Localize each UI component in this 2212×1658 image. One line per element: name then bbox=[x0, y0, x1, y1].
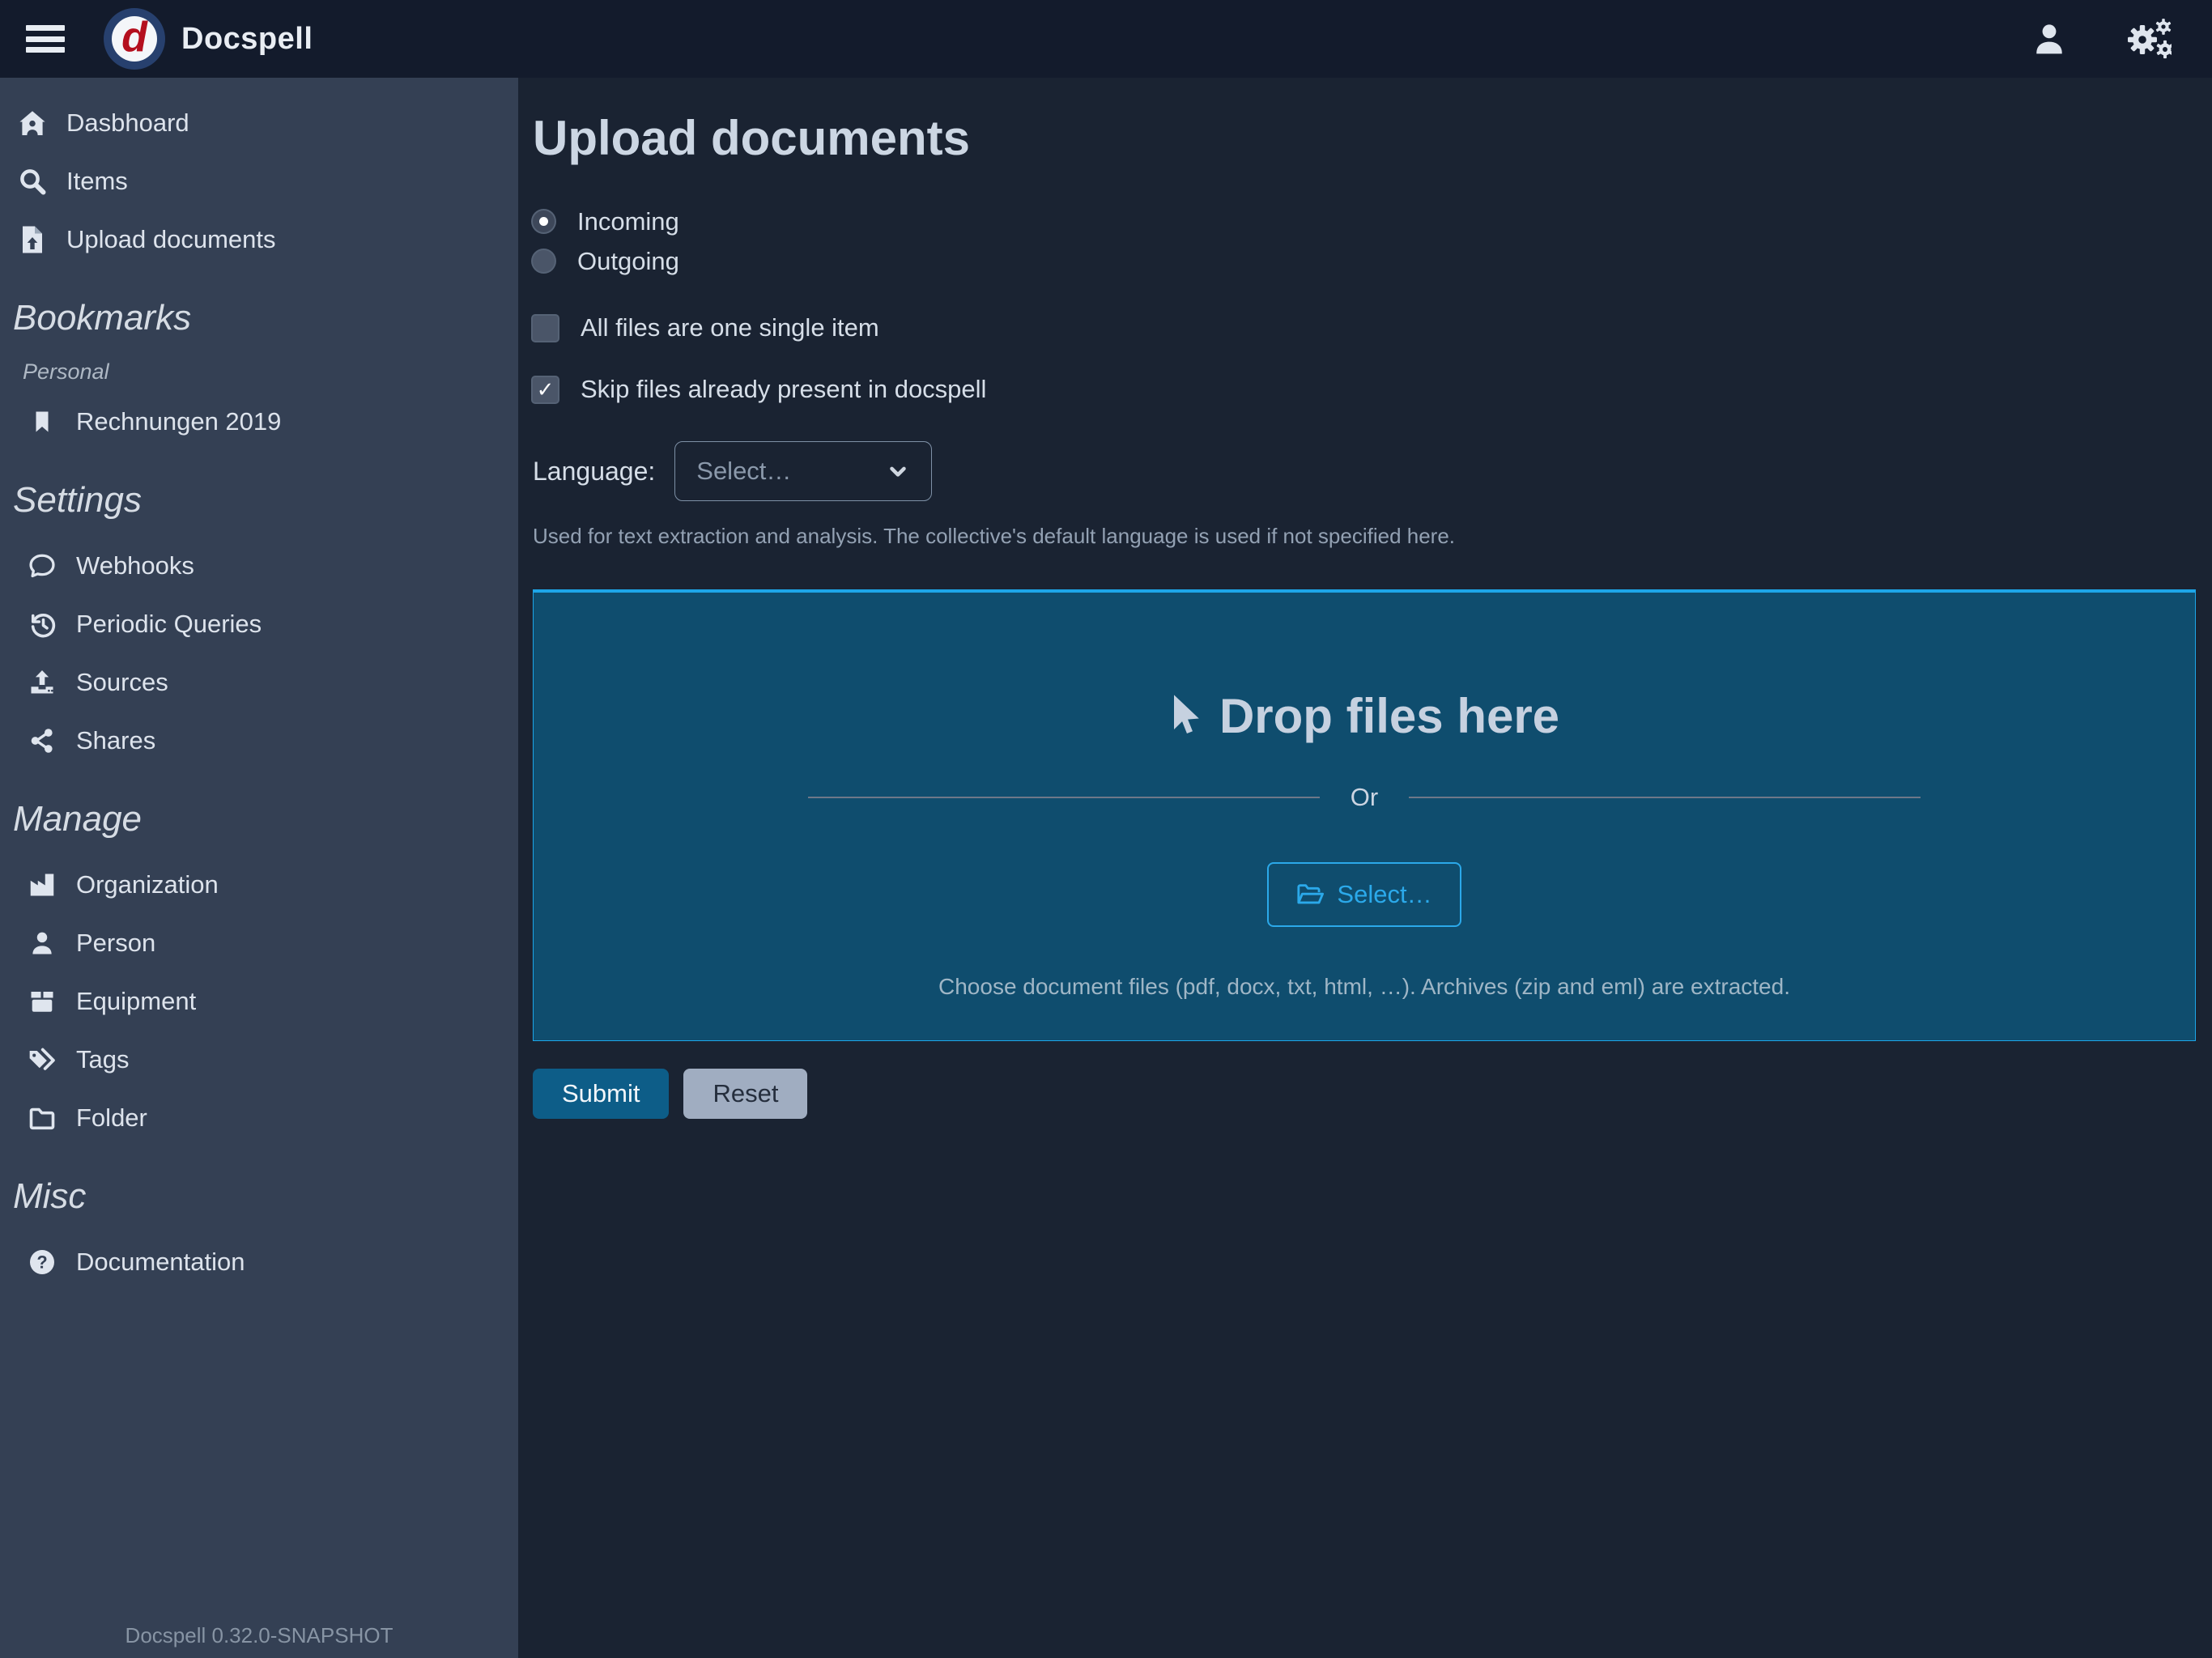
checkbox-skip-duplicates-control[interactable] bbox=[533, 377, 558, 402]
sidebar-item-tags[interactable]: Tags bbox=[0, 1031, 518, 1089]
checkbox-single-item-label: All files are one single item bbox=[581, 313, 879, 342]
bookmark-icon bbox=[26, 408, 58, 436]
svg-text:?: ? bbox=[36, 1252, 47, 1273]
folder-open-icon bbox=[1296, 882, 1324, 907]
sidebar-item-label: Upload documents bbox=[66, 225, 276, 254]
tags-icon bbox=[26, 1045, 58, 1074]
sidebar-item-label: Webhooks bbox=[76, 551, 194, 580]
app-version: Docspell 0.32.0-SNAPSHOT bbox=[0, 1623, 518, 1658]
sidebar-item-equipment[interactable]: Equipment bbox=[0, 972, 518, 1031]
checkbox-single-item-control[interactable] bbox=[533, 316, 558, 341]
sidebar-item-organization[interactable]: Organization bbox=[0, 856, 518, 914]
upload-tray-icon bbox=[26, 668, 58, 697]
radio-outgoing[interactable]: Outgoing bbox=[533, 241, 2196, 281]
sidebar-item-label: Sources bbox=[76, 668, 168, 697]
folder-icon bbox=[26, 1103, 58, 1133]
language-row: Language: Select… bbox=[533, 441, 2196, 501]
hamburger-icon[interactable] bbox=[26, 25, 65, 53]
person-icon bbox=[26, 929, 58, 958]
industry-icon bbox=[26, 870, 58, 899]
file-dropzone[interactable]: Drop files here Or Select… Choose docume… bbox=[533, 589, 2196, 1041]
brand[interactable]: d Docspell bbox=[104, 8, 313, 70]
box-icon bbox=[26, 987, 58, 1016]
brand-title: Docspell bbox=[181, 22, 313, 57]
sidebar-item-label: Person bbox=[76, 929, 155, 958]
radio-outgoing-label: Outgoing bbox=[577, 247, 679, 276]
select-files-button-label: Select… bbox=[1337, 880, 1431, 909]
dropzone-title-row: Drop files here bbox=[1169, 688, 1559, 744]
comment-icon bbox=[26, 551, 58, 580]
sidebar-item-items[interactable]: Items bbox=[0, 152, 518, 210]
sidebar-item-documentation[interactable]: ? Documentation bbox=[0, 1233, 518, 1291]
user-icon[interactable] bbox=[2031, 20, 2068, 57]
sidebar-item-label: Equipment bbox=[76, 987, 196, 1016]
radio-incoming-control[interactable] bbox=[533, 210, 555, 232]
sidebar-item-label: Folder bbox=[76, 1103, 147, 1133]
sidebar-item-webhooks[interactable]: Webhooks bbox=[0, 537, 518, 595]
direction-radio-group: Incoming Outgoing bbox=[533, 202, 2196, 281]
history-icon bbox=[26, 610, 58, 639]
language-help-text: Used for text extraction and analysis. T… bbox=[533, 524, 2196, 549]
file-upload-icon bbox=[16, 225, 49, 254]
dropzone-hint: Choose document files (pdf, docx, txt, h… bbox=[938, 974, 1790, 1000]
docspell-logo-icon: d bbox=[104, 8, 165, 70]
language-select[interactable]: Select… bbox=[674, 441, 932, 501]
cogs-icon[interactable] bbox=[2126, 19, 2172, 59]
sidebar-section-settings: Settings bbox=[0, 480, 518, 521]
sidebar: Dasbhoard Items Upload documents Book bbox=[0, 78, 518, 1658]
page-title: Upload documents bbox=[533, 110, 2196, 166]
bookmarks-group-label: Personal bbox=[0, 359, 518, 385]
main-content: Upload documents Incoming Outgoing All f… bbox=[518, 78, 2212, 1658]
or-divider-label: Or bbox=[1351, 783, 1378, 812]
sidebar-item-label: Periodic Queries bbox=[76, 610, 262, 639]
sidebar-item-upload-documents[interactable]: Upload documents bbox=[0, 210, 518, 269]
sidebar-section-manage: Manage bbox=[0, 799, 518, 840]
checkbox-skip-duplicates[interactable]: Skip files already present in docspell bbox=[533, 375, 2196, 404]
share-nodes-icon bbox=[26, 726, 58, 755]
form-actions: Submit Reset bbox=[533, 1069, 2196, 1119]
language-select-value: Select… bbox=[696, 457, 791, 486]
radio-incoming[interactable]: Incoming bbox=[533, 202, 2196, 241]
logo-letter: d bbox=[121, 16, 147, 58]
sidebar-item-shares[interactable]: Shares bbox=[0, 712, 518, 770]
language-label: Language: bbox=[533, 457, 655, 487]
sidebar-section-bookmarks: Bookmarks bbox=[0, 298, 518, 338]
search-icon bbox=[16, 167, 49, 196]
sidebar-item-label: Shares bbox=[76, 726, 155, 755]
sidebar-item-dashboard[interactable]: Dasbhoard bbox=[0, 94, 518, 152]
sidebar-item-label: Organization bbox=[76, 870, 219, 899]
reset-button[interactable]: Reset bbox=[683, 1069, 807, 1119]
sidebar-item-folder[interactable]: Folder bbox=[0, 1089, 518, 1147]
or-divider: Or bbox=[808, 783, 1921, 812]
sidebar-section-misc: Misc bbox=[0, 1176, 518, 1217]
dropzone-title: Drop files here bbox=[1219, 688, 1559, 744]
radio-incoming-label: Incoming bbox=[577, 207, 679, 236]
sidebar-item-sources[interactable]: Sources bbox=[0, 653, 518, 712]
checkbox-single-item[interactable]: All files are one single item bbox=[533, 313, 2196, 342]
sidebar-item-person[interactable]: Person bbox=[0, 914, 518, 972]
checkbox-skip-duplicates-label: Skip files already present in docspell bbox=[581, 375, 986, 404]
sidebar-item-periodic-queries[interactable]: Periodic Queries bbox=[0, 595, 518, 653]
question-circle-icon: ? bbox=[26, 1248, 58, 1277]
submit-button[interactable]: Submit bbox=[533, 1069, 669, 1119]
sidebar-item-label: Dasbhoard bbox=[66, 108, 189, 138]
select-files-button[interactable]: Select… bbox=[1267, 862, 1461, 927]
mouse-pointer-icon bbox=[1169, 694, 1202, 739]
sidebar-item-bookmark-rechnungen[interactable]: Rechnungen 2019 bbox=[0, 393, 518, 451]
radio-outgoing-control[interactable] bbox=[533, 250, 555, 272]
sidebar-item-label: Documentation bbox=[76, 1248, 245, 1277]
home-icon bbox=[16, 108, 49, 138]
sidebar-item-label: Items bbox=[66, 167, 128, 196]
top-navbar: d Docspell bbox=[0, 0, 2212, 78]
sidebar-item-label: Tags bbox=[76, 1045, 129, 1074]
chevron-down-icon bbox=[886, 459, 910, 483]
sidebar-item-label: Rechnungen 2019 bbox=[76, 407, 281, 436]
